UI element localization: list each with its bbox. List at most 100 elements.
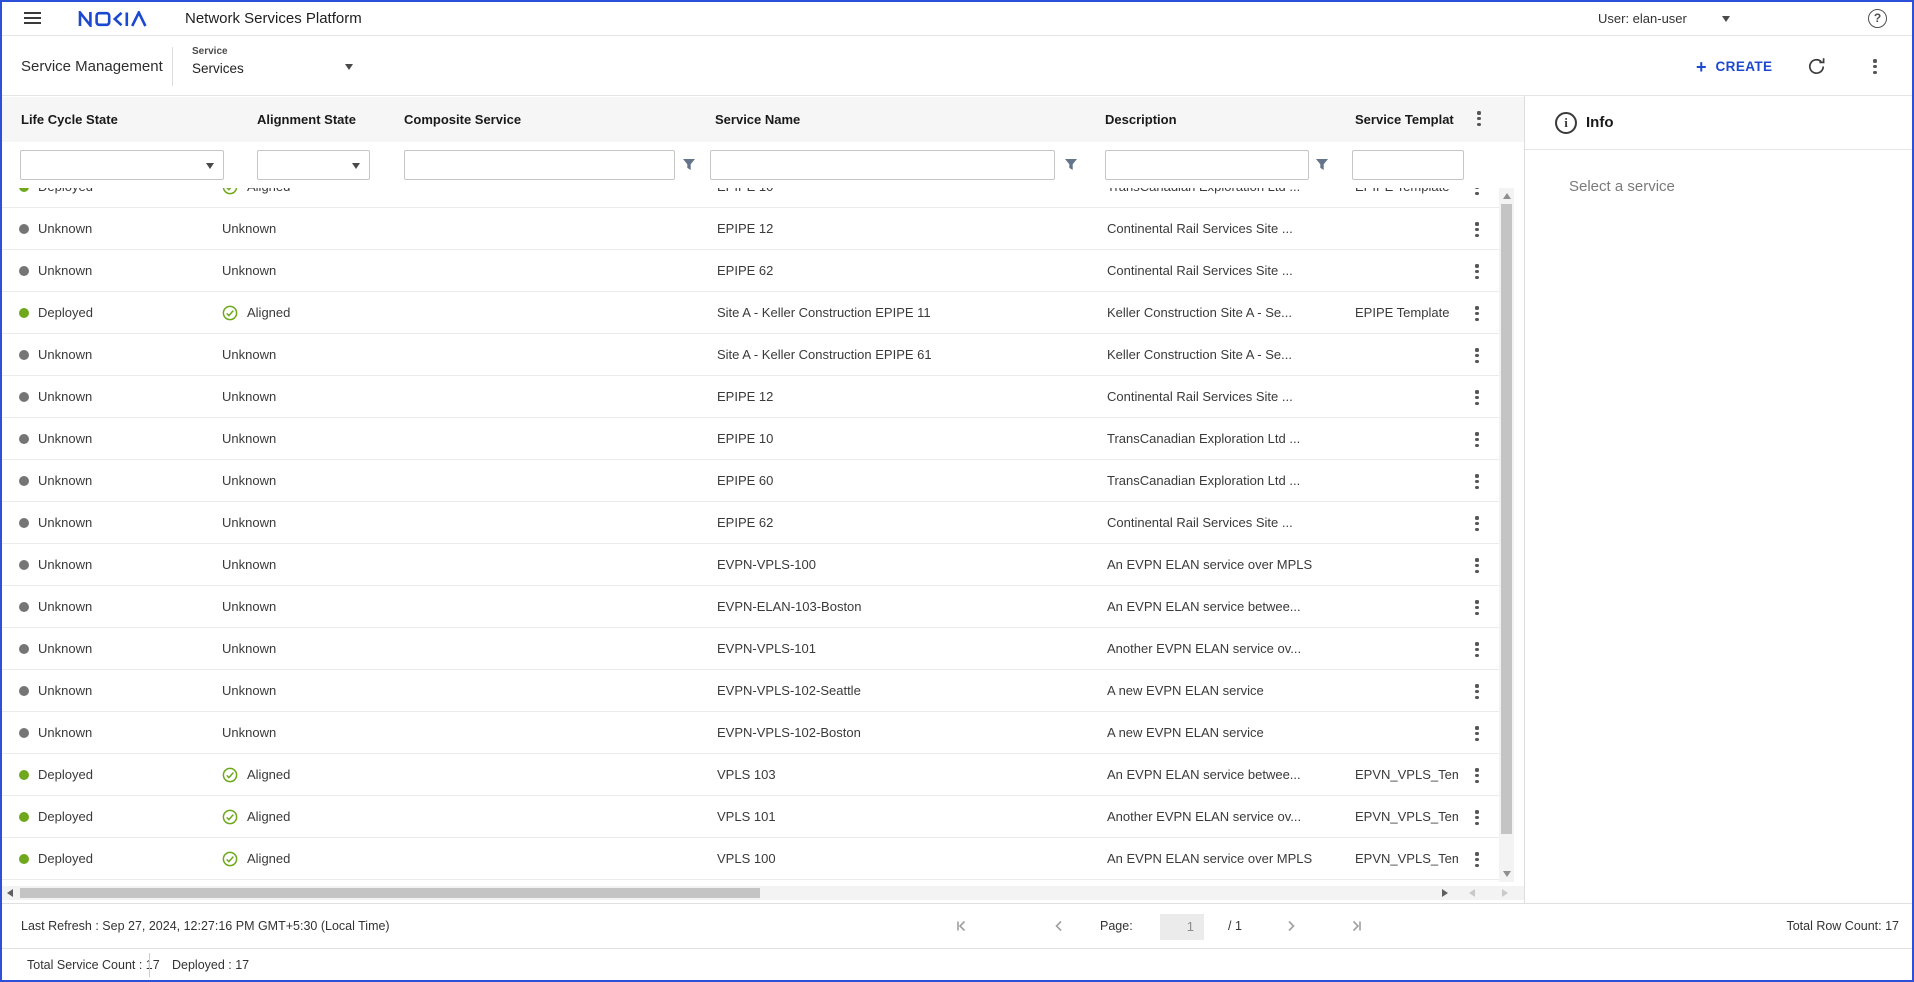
lifecycle-state-filter-select[interactable] [20, 150, 224, 180]
row-actions-kebab-icon[interactable] [1472, 304, 1482, 323]
vertical-scrollbar-thumb[interactable] [1501, 204, 1512, 834]
scroll-down-arrow-icon[interactable] [1503, 871, 1511, 877]
alignment-state-cell: Unknown [222, 586, 276, 628]
row-actions-kebab-icon[interactable] [1472, 262, 1482, 281]
info-panel-empty-text: Select a service [1569, 178, 1675, 195]
vertical-scrollbar[interactable] [1499, 188, 1514, 882]
alignment-state-label: Unknown [222, 460, 276, 502]
filter-funnel-icon[interactable] [1315, 158, 1329, 171]
row-actions-kebab-icon[interactable] [1472, 472, 1482, 491]
service-template-filter-input[interactable] [1352, 150, 1464, 180]
column-header-lifecycle[interactable]: Life Cycle State [21, 97, 118, 142]
hamburger-menu-icon[interactable] [24, 12, 41, 25]
column-header-service-template[interactable]: Service Templat [1355, 97, 1459, 142]
table-row[interactable]: Unknown Unknown EVPN-ELAN-103-Boston An … [2, 586, 1499, 628]
table-row[interactable]: Unknown Unknown EVPN-VPLS-102-Boston A n… [2, 712, 1499, 754]
table-row[interactable]: Deployed Aligned Site A - Keller Constru… [2, 292, 1499, 334]
lifecycle-state-label: Deployed [38, 188, 93, 208]
scroll-left-arrow-icon[interactable] [7, 889, 13, 897]
row-actions-kebab-icon[interactable] [1472, 640, 1482, 659]
table-row[interactable]: Unknown Unknown EPIPE 62 Continental Rai… [2, 250, 1499, 292]
description-cell: An EVPN ELAN service betwee... [1107, 586, 1359, 628]
column-settings-kebab-icon[interactable] [1474, 109, 1484, 128]
alignment-state-cell: Aligned [222, 754, 290, 796]
column-header-service-name[interactable]: Service Name [715, 97, 800, 142]
row-actions-kebab-icon[interactable] [1472, 188, 1482, 197]
table-row[interactable]: Unknown Unknown EVPN-VPLS-100 An EVPN EL… [2, 544, 1499, 586]
alignment-state-label: Aligned [247, 796, 290, 838]
scroll-left-arrow-icon[interactable] [1469, 889, 1475, 897]
service-view-picker[interactable]: Service Services [192, 46, 362, 88]
horizontal-scrollbar-thumb[interactable] [20, 888, 760, 898]
lifecycle-state-label: Deployed [38, 292, 93, 334]
help-icon[interactable]: ? [1868, 9, 1887, 28]
column-header-alignment[interactable]: Alignment State [257, 97, 356, 142]
alignment-state-cell: Aligned [222, 292, 290, 334]
table-row[interactable]: Deployed Aligned VPLS 101 Another EVPN E… [2, 796, 1499, 838]
row-actions-kebab-icon[interactable] [1472, 682, 1482, 701]
row-actions-kebab-icon[interactable] [1472, 514, 1482, 533]
table-row[interactable]: Unknown Unknown EPIPE 10 TransCanadian E… [2, 418, 1499, 460]
row-actions-kebab-icon[interactable] [1472, 388, 1482, 407]
table-row[interactable]: Unknown Unknown Site A - Keller Construc… [2, 334, 1499, 376]
next-page-icon[interactable] [1284, 919, 1298, 933]
row-actions-kebab-icon[interactable] [1472, 430, 1482, 449]
top-bar: Network Services Platform User: elan-use… [2, 2, 1912, 36]
scroll-up-arrow-icon[interactable] [1503, 193, 1511, 199]
status-bar: Last Refresh : Sep 27, 2024, 12:27:16 PM… [2, 903, 1912, 948]
table-row[interactable]: Unknown Unknown EPIPE 12 Continental Rai… [2, 208, 1499, 250]
row-actions-kebab-icon[interactable] [1472, 598, 1482, 617]
row-actions-kebab-icon[interactable] [1472, 724, 1482, 743]
table-row[interactable]: Unknown Unknown EVPN-VPLS-102-Seattle A … [2, 670, 1499, 712]
refresh-icon[interactable] [1806, 56, 1827, 77]
table-row[interactable]: Unknown Unknown EPIPE 12 Continental Rai… [2, 376, 1499, 418]
scroll-right-arrow-icon[interactable] [1442, 889, 1448, 897]
user-chevron-down-icon[interactable] [1722, 16, 1730, 22]
row-actions-kebab-icon[interactable] [1472, 346, 1482, 365]
table-row[interactable]: Unknown Unknown EVPN-VPLS-101 Another EV… [2, 628, 1499, 670]
service-template-cell: EPVN_VPLS_Tem [1355, 838, 1458, 880]
table-row[interactable]: Deployed Aligned EPIPE 10 TransCanadian … [2, 188, 1499, 208]
horizontal-scrollbar[interactable] [2, 886, 1524, 900]
lifecycle-state-dot [19, 644, 29, 654]
table-row[interactable]: Deployed Aligned VPLS 100 An EVPN ELAN s… [2, 838, 1499, 880]
service-name-cell: Site A - Keller Construction EPIPE 61 [717, 334, 1092, 376]
service-name-filter-input[interactable] [710, 150, 1055, 180]
table-row[interactable]: Unknown Unknown EPIPE 60 TransCanadian E… [2, 460, 1499, 502]
row-actions-kebab-icon[interactable] [1472, 556, 1482, 575]
description-cell: A new EVPN ELAN service [1107, 712, 1359, 754]
previous-page-icon[interactable] [1052, 919, 1066, 933]
user-menu-label[interactable]: User: elan-user [1598, 2, 1687, 35]
row-actions-kebab-icon[interactable] [1472, 220, 1482, 239]
first-page-icon[interactable] [954, 919, 968, 933]
create-button-label: CREATE [1716, 59, 1773, 74]
chevron-down-icon [352, 163, 360, 169]
picker-chevron-down-icon[interactable] [345, 64, 353, 70]
lifecycle-state-dot [19, 854, 29, 864]
table-row[interactable]: Unknown Unknown EPIPE 62 Continental Rai… [2, 502, 1499, 544]
description-filter-input[interactable] [1105, 150, 1309, 180]
lifecycle-state-label: Unknown [38, 250, 92, 292]
page-number-input[interactable]: 1 [1160, 914, 1204, 940]
alignment-state-cell: Unknown [222, 334, 276, 376]
toolbar-kebab-icon[interactable] [1870, 57, 1880, 76]
toolbar: Service Management Service Services + CR… [2, 37, 1912, 96]
row-actions-kebab-icon[interactable] [1472, 808, 1482, 827]
alignment-state-label: Aligned [247, 754, 290, 796]
column-header-description[interactable]: Description [1105, 97, 1177, 142]
filter-funnel-icon[interactable] [682, 158, 696, 171]
table-row[interactable]: Deployed Aligned VPLS 103 An EVPN ELAN s… [2, 754, 1499, 796]
scroll-right-arrow-icon[interactable] [1502, 889, 1508, 897]
create-button[interactable]: + CREATE [1696, 37, 1772, 96]
lifecycle-state-dot [19, 560, 29, 570]
composite-service-filter-input[interactable] [404, 150, 675, 180]
row-actions-kebab-icon[interactable] [1472, 850, 1482, 869]
alignment-state-cell: Unknown [222, 712, 276, 754]
column-header-composite[interactable]: Composite Service [404, 97, 521, 142]
alignment-state-filter-select[interactable] [257, 150, 370, 180]
alignment-state-label: Unknown [222, 418, 276, 460]
lifecycle-state-label: Unknown [38, 502, 92, 544]
row-actions-kebab-icon[interactable] [1472, 766, 1482, 785]
last-page-icon[interactable] [1350, 919, 1364, 933]
filter-funnel-icon[interactable] [1064, 158, 1078, 171]
